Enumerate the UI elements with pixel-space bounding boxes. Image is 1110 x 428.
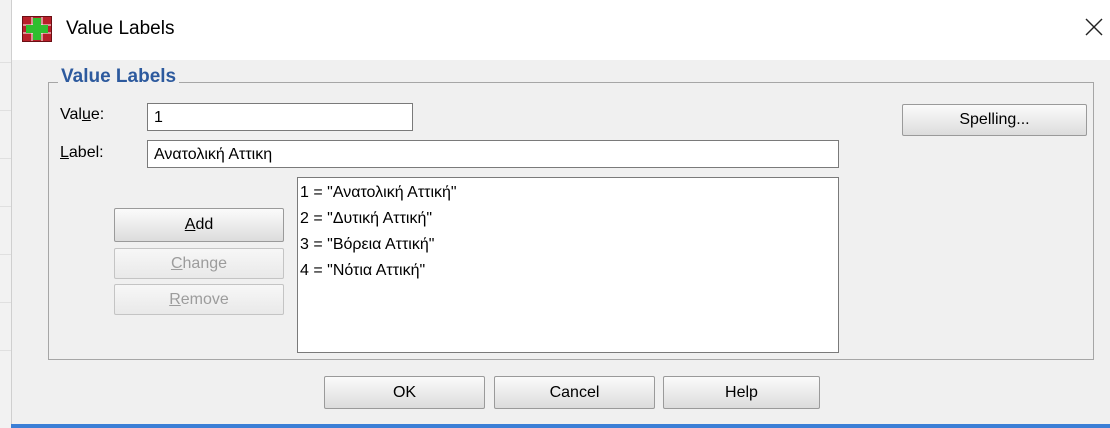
value-input[interactable]: 1 [147, 103, 413, 131]
help-button[interactable]: Help [663, 376, 820, 409]
window-title: Value Labels [66, 18, 175, 39]
group-title: Value Labels [58, 66, 180, 88]
close-icon[interactable] [1083, 15, 1105, 39]
cancel-button[interactable]: Cancel [494, 376, 655, 409]
spelling-button[interactable]: Spelling... [902, 104, 1087, 136]
list-item[interactable]: 2 = "Δυτική Αττική" [298, 208, 838, 234]
value-labels-list[interactable]: 1 = "Ανατολική Αττική" 2 = "Δυτική Αττικ… [297, 177, 839, 353]
add-button[interactable]: Add [114, 208, 284, 242]
remove-button[interactable]: Remove [114, 284, 284, 315]
ok-button[interactable]: OK [324, 376, 485, 409]
change-button[interactable]: Change [114, 248, 284, 279]
list-item[interactable]: 3 = "Βόρεια Αττική" [298, 234, 838, 260]
value-label: Value: [60, 106, 105, 123]
list-item[interactable]: 1 = "Ανατολική Αττική" [298, 182, 838, 208]
window-bottom-border [11, 424, 1110, 428]
value-labels-app-icon [22, 16, 52, 42]
window-left-edge [0, 0, 12, 428]
label-label: Label: [60, 144, 104, 161]
label-input[interactable]: Ανατολική Αττικη [147, 140, 839, 168]
title-bar [12, 0, 1110, 60]
list-item[interactable]: 4 = "Νότια Αττική" [298, 260, 838, 286]
